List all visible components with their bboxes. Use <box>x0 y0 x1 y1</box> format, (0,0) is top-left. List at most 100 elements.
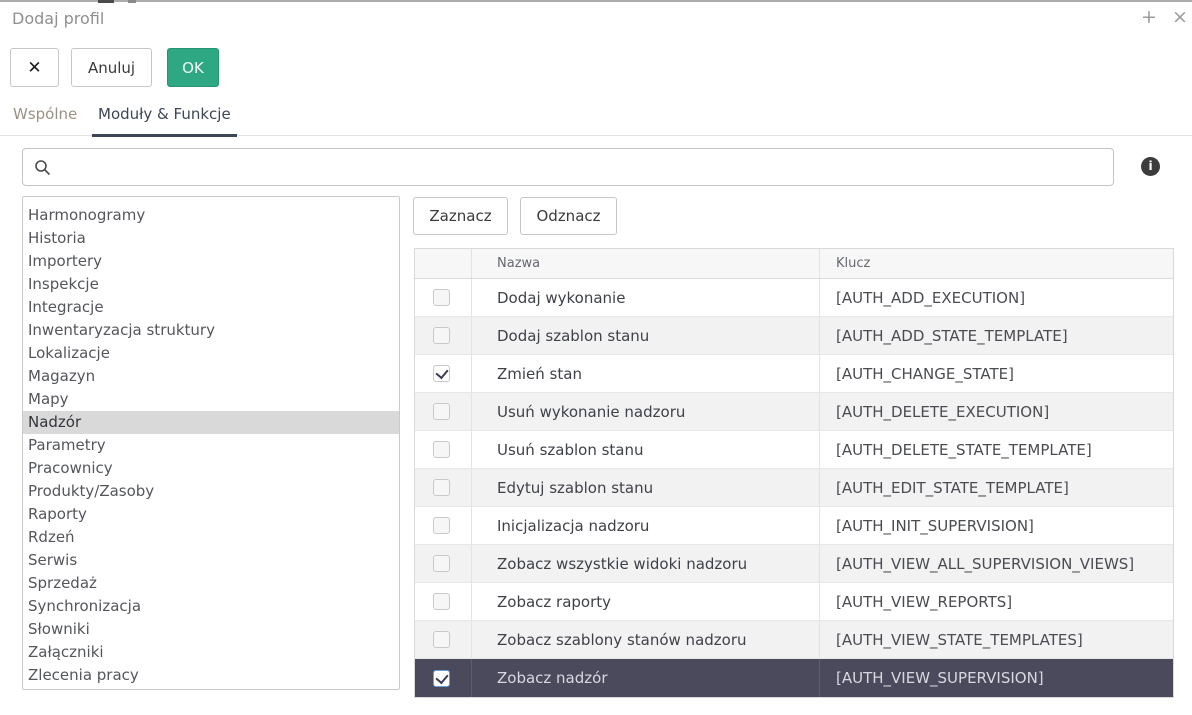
module-list-item[interactable]: Załączniki <box>23 641 399 664</box>
module-list-item[interactable]: Mapy <box>23 388 399 411</box>
permission-key: [AUTH_ADD_EXECUTION] <box>820 279 1173 316</box>
row-checkbox[interactable] <box>433 365 450 382</box>
ok-button[interactable]: OK <box>167 48 219 87</box>
table-row[interactable]: Zobacz nadzór [AUTH_VIEW_SUPERVISION] <box>415 659 1173 697</box>
permission-key: [AUTH_VIEW_SUPERVISION] <box>820 659 1173 697</box>
search-box <box>22 148 1114 186</box>
module-list-item[interactable]: Raporty <box>23 503 399 526</box>
checkbox-cell <box>415 393 472 430</box>
module-list-item[interactable]: Lokalizacje <box>23 342 399 365</box>
permission-name: Dodaj szablon stanu <box>472 317 820 354</box>
module-list-item[interactable]: Serwis <box>23 549 399 572</box>
module-list-item[interactable]: Słowniki <box>23 618 399 641</box>
module-list-item[interactable]: Rdzeń <box>23 526 399 549</box>
checkbox-cell <box>415 507 472 544</box>
tab-wspolne[interactable]: Wspólne <box>7 103 83 137</box>
checkbox-cell <box>415 317 472 354</box>
module-list-item[interactable]: Inwentaryzacja struktury <box>23 319 399 342</box>
row-checkbox[interactable] <box>433 631 450 648</box>
permission-name: Edytuj szablon stanu <box>472 469 820 506</box>
checkbox-cell <box>415 583 472 620</box>
module-list-item-clipped[interactable]: Finanse <box>23 196 399 204</box>
column-header-key: Klucz <box>820 249 1173 278</box>
background-window-artifact <box>128 0 136 3</box>
page-title: Dodaj profil <box>12 9 104 28</box>
cancel-button[interactable]: Anuluj <box>71 48 152 87</box>
table-row[interactable]: Usuń wykonanie nadzoru [AUTH_DELETE_EXEC… <box>415 393 1173 431</box>
table-row[interactable]: Dodaj szablon stanu [AUTH_ADD_STATE_TEMP… <box>415 317 1173 355</box>
module-list-item[interactable]: Historia <box>23 227 399 250</box>
checkbox-cell <box>415 621 472 658</box>
row-checkbox[interactable] <box>433 593 450 610</box>
background-window-artifact <box>98 0 114 3</box>
row-checkbox[interactable] <box>433 517 450 534</box>
permission-key: [AUTH_VIEW_REPORTS] <box>820 583 1173 620</box>
table-row[interactable]: Zobacz wszystkie widoki nadzoru [AUTH_VI… <box>415 545 1173 583</box>
checkbox-cell <box>415 355 472 392</box>
permission-name: Zobacz szablony stanów nadzoru <box>472 621 820 658</box>
table-row[interactable]: Zobacz raporty [AUTH_VIEW_REPORTS] <box>415 583 1173 621</box>
module-list[interactable]: Finanse Harmonogramy Historia Importery … <box>22 196 400 690</box>
permission-key: [AUTH_INIT_SUPERVISION] <box>820 507 1173 544</box>
table-row[interactable]: Usuń szablon stanu [AUTH_DELETE_STATE_TE… <box>415 431 1173 469</box>
module-list-item[interactable]: Integracje <box>23 296 399 319</box>
module-list-item[interactable]: Harmonogramy <box>23 204 399 227</box>
permission-key: [AUTH_ADD_STATE_TEMPLATE] <box>820 317 1173 354</box>
close-window-icon[interactable]: × <box>1169 5 1191 29</box>
checkbox-cell <box>415 545 472 582</box>
permission-name: Dodaj wykonanie <box>472 279 820 316</box>
permission-key: [AUTH_VIEW_ALL_SUPERVISION_VIEWS] <box>820 545 1173 582</box>
permission-name: Usuń szablon stanu <box>472 431 820 468</box>
table-row[interactable]: Zobacz szablony stanów nadzoru [AUTH_VIE… <box>415 621 1173 659</box>
permission-name: Zobacz nadzór <box>472 659 820 697</box>
column-header-name: Nazwa <box>472 249 820 278</box>
permission-name: Zobacz raporty <box>472 583 820 620</box>
row-checkbox[interactable] <box>433 403 450 420</box>
permission-key: [AUTH_EDIT_STATE_TEMPLATE] <box>820 469 1173 506</box>
search-icon <box>34 159 51 176</box>
module-list-item[interactable]: Inspekcje <box>23 273 399 296</box>
permission-key: [AUTH_CHANGE_STATE] <box>820 355 1173 392</box>
checkbox-cell <box>415 659 472 697</box>
row-checkbox[interactable] <box>433 479 450 496</box>
checkbox-cell <box>415 469 472 506</box>
module-list-item[interactable]: Magazyn <box>23 365 399 388</box>
permission-name: Zmień stan <box>472 355 820 392</box>
module-list-item[interactable]: Nadzór <box>23 411 399 434</box>
row-checkbox[interactable] <box>433 289 450 306</box>
column-header-checkbox <box>415 249 472 278</box>
info-icon[interactable]: i <box>1141 157 1160 176</box>
add-window-icon[interactable]: + <box>1138 5 1160 29</box>
permission-key: [AUTH_DELETE_EXECUTION] <box>820 393 1173 430</box>
deselect-all-button[interactable]: Odznacz <box>520 197 617 235</box>
tab-bar: Wspólne Moduły & Funkcje <box>0 103 1192 136</box>
module-list-item[interactable]: Synchronizacja <box>23 595 399 618</box>
module-list-item[interactable]: Pracownicy <box>23 457 399 480</box>
select-all-button[interactable]: Zaznacz <box>413 197 508 235</box>
table-header: Nazwa Klucz <box>415 249 1173 279</box>
search-input[interactable] <box>59 150 1107 184</box>
permissions-table: Nazwa Klucz Dodaj wykonanie [AUTH_ADD_EX… <box>414 248 1174 698</box>
table-row[interactable]: Dodaj wykonanie [AUTH_ADD_EXECUTION] <box>415 279 1173 317</box>
permission-name: Inicjalizacja nadzoru <box>472 507 820 544</box>
table-row[interactable]: Inicjalizacja nadzoru [AUTH_INIT_SUPERVI… <box>415 507 1173 545</box>
row-checkbox[interactable] <box>433 441 450 458</box>
table-row[interactable]: Edytuj szablon stanu [AUTH_EDIT_STATE_TE… <box>415 469 1173 507</box>
table-body: Dodaj wykonanie [AUTH_ADD_EXECUTION] Dod… <box>415 279 1173 697</box>
module-list-item[interactable]: Produkty/Zasoby <box>23 480 399 503</box>
row-checkbox[interactable] <box>433 327 450 344</box>
table-row[interactable]: Zmień stan [AUTH_CHANGE_STATE] <box>415 355 1173 393</box>
tab-moduly-funkcje[interactable]: Moduły & Funkcje <box>92 103 237 137</box>
row-checkbox[interactable] <box>433 555 450 572</box>
permission-key: [AUTH_DELETE_STATE_TEMPLATE] <box>820 431 1173 468</box>
permission-key: [AUTH_VIEW_STATE_TEMPLATES] <box>820 621 1173 658</box>
close-button[interactable]: ✕ <box>10 48 59 87</box>
module-list-item[interactable]: Parametry <box>23 434 399 457</box>
module-list-item[interactable]: Zlecenia pracy <box>23 664 399 687</box>
module-list-item[interactable]: Sprzedaż <box>23 572 399 595</box>
row-checkbox[interactable] <box>433 670 450 687</box>
module-list-item[interactable]: Importery <box>23 250 399 273</box>
checkbox-cell <box>415 431 472 468</box>
permission-name: Usuń wykonanie nadzoru <box>472 393 820 430</box>
permission-name: Zobacz wszystkie widoki nadzoru <box>472 545 820 582</box>
